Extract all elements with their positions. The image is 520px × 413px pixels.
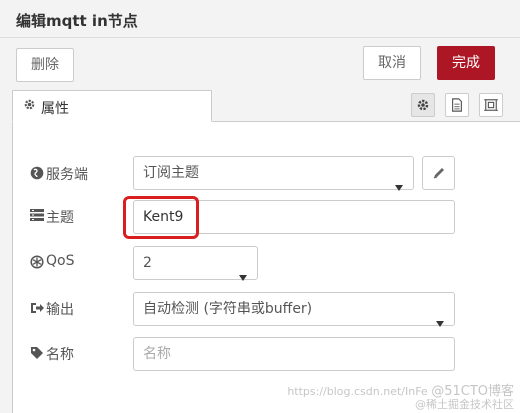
name-label: 名称 (46, 347, 74, 363)
output-label: 输出 (46, 302, 74, 318)
node-description-button[interactable] (445, 93, 469, 117)
edit-broker-button[interactable] (422, 156, 455, 190)
pencil-icon (432, 168, 446, 184)
tab-properties[interactable]: 属性 (12, 90, 212, 122)
dialog-header: 编辑mqtt in节点 (0, 0, 520, 38)
tag-icon (30, 346, 44, 360)
done-button[interactable]: 完成 (437, 46, 495, 80)
watermark-url: https://blog.csdn.net/InFe (287, 385, 428, 398)
caret-down-icon (239, 261, 247, 293)
node-appearance-button[interactable] (479, 93, 503, 117)
cancel-button[interactable]: 取消 (363, 46, 421, 80)
delete-button[interactable]: 删除 (16, 48, 74, 82)
dialog-title: 编辑mqtt in节点 (16, 12, 138, 30)
broker-label: 服务端 (46, 167, 88, 183)
watermark: https://blog.csdn.net/InFe @51CTO博客 @稀土掘… (287, 385, 514, 411)
gear-icon (416, 99, 430, 116)
name-placeholder: 名称 (143, 346, 171, 362)
name-input[interactable]: 名称 (133, 337, 455, 371)
sign-out-icon (30, 301, 44, 315)
list-icon (30, 209, 44, 223)
frame-icon (484, 99, 498, 116)
watermark-sub: @稀土掘金技术社区 (415, 398, 514, 411)
qos-label: QoS (46, 253, 75, 269)
qos-select[interactable]: 2 (133, 246, 258, 281)
broker-select[interactable]: 订阅主题 (133, 156, 414, 191)
tab-bar: 属性 (12, 90, 520, 122)
node-settings-button[interactable] (411, 93, 435, 117)
globe-icon (30, 166, 44, 180)
dialog-left-rail (0, 90, 12, 413)
caret-down-icon (395, 171, 403, 203)
topic-label: 主题 (46, 210, 74, 226)
qos-icon (30, 255, 44, 269)
gear-icon (23, 98, 36, 115)
caret-down-icon (436, 307, 444, 339)
watermark-brand: @51CTO博客 (431, 384, 514, 399)
tab-properties-label: 属性 (41, 101, 69, 117)
output-select[interactable]: 自动检测 (字符串或buffer) (133, 292, 455, 327)
broker-value: 订阅主题 (143, 165, 199, 181)
document-icon (450, 98, 464, 116)
qos-value: 2 (143, 255, 152, 271)
highlight-annotation (123, 196, 199, 239)
output-value: 自动检测 (字符串或buffer) (143, 301, 313, 317)
